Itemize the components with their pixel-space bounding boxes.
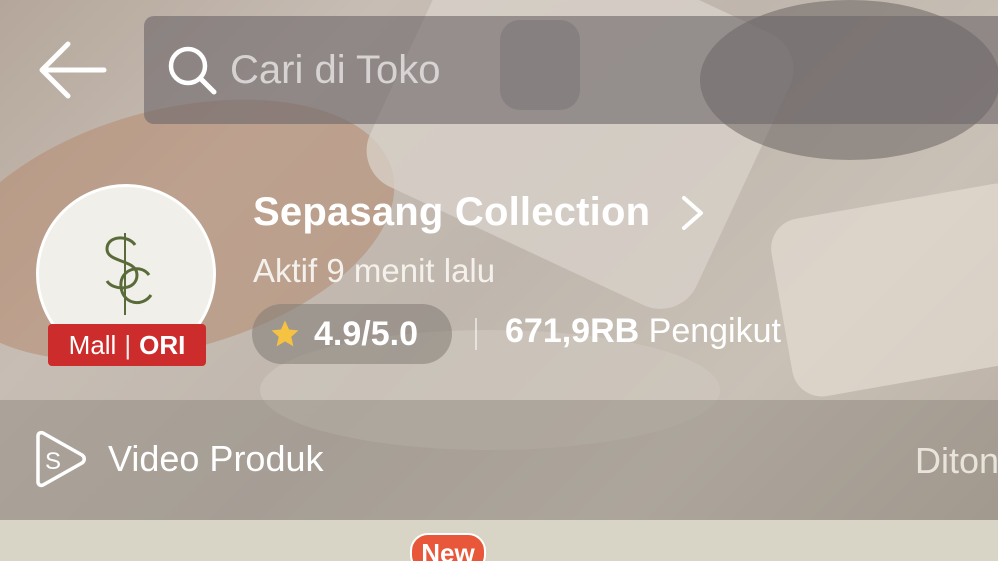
badge-separator: | — [124, 329, 132, 360]
chevron-right-icon — [682, 195, 704, 230]
mall-ori-badge: Mall | ORI — [48, 324, 206, 366]
ditonton-link[interactable]: Ditonton — [915, 440, 998, 482]
new-badge: New — [410, 533, 486, 561]
rating-value: 4.9/5.0 — [314, 314, 418, 353]
shop-name: Sepasang Collection — [253, 190, 651, 234]
shop-header-page: Mall | ORI Sepasang Collection Aktif 9 m… — [0, 0, 998, 561]
badge-ori-label: ORI — [139, 329, 186, 360]
followers-stat[interactable]: 671,9RB Pengikut — [505, 312, 781, 351]
star-icon — [271, 320, 299, 347]
tab-bar — [0, 520, 998, 561]
search-input[interactable] — [228, 46, 832, 94]
followers-label: Pengikut — [648, 312, 781, 350]
video-play-icon: S — [36, 430, 86, 488]
shop-rating[interactable]: 4.9/5.0 — [252, 304, 452, 364]
search-icon — [168, 46, 217, 95]
video-produk-label: Video Produk — [108, 438, 324, 479]
badge-mall-label: Mall — [68, 329, 117, 360]
shop-name-link[interactable]: Sepasang Collection — [253, 190, 706, 235]
stat-divider — [475, 318, 477, 350]
shop-search-bar[interactable] — [144, 16, 998, 124]
active-status: Aktif 9 menit lalu — [253, 252, 496, 289]
shop-logo — [105, 233, 153, 315]
followers-count: 671,9RB — [505, 312, 640, 350]
back-arrow-icon — [39, 41, 107, 99]
shop-avatar-container[interactable]: Mall | ORI — [36, 184, 216, 366]
back-button[interactable] — [36, 38, 110, 102]
svg-text:S: S — [45, 448, 61, 475]
video-produk-button[interactable]: S Video Produk — [30, 430, 324, 488]
